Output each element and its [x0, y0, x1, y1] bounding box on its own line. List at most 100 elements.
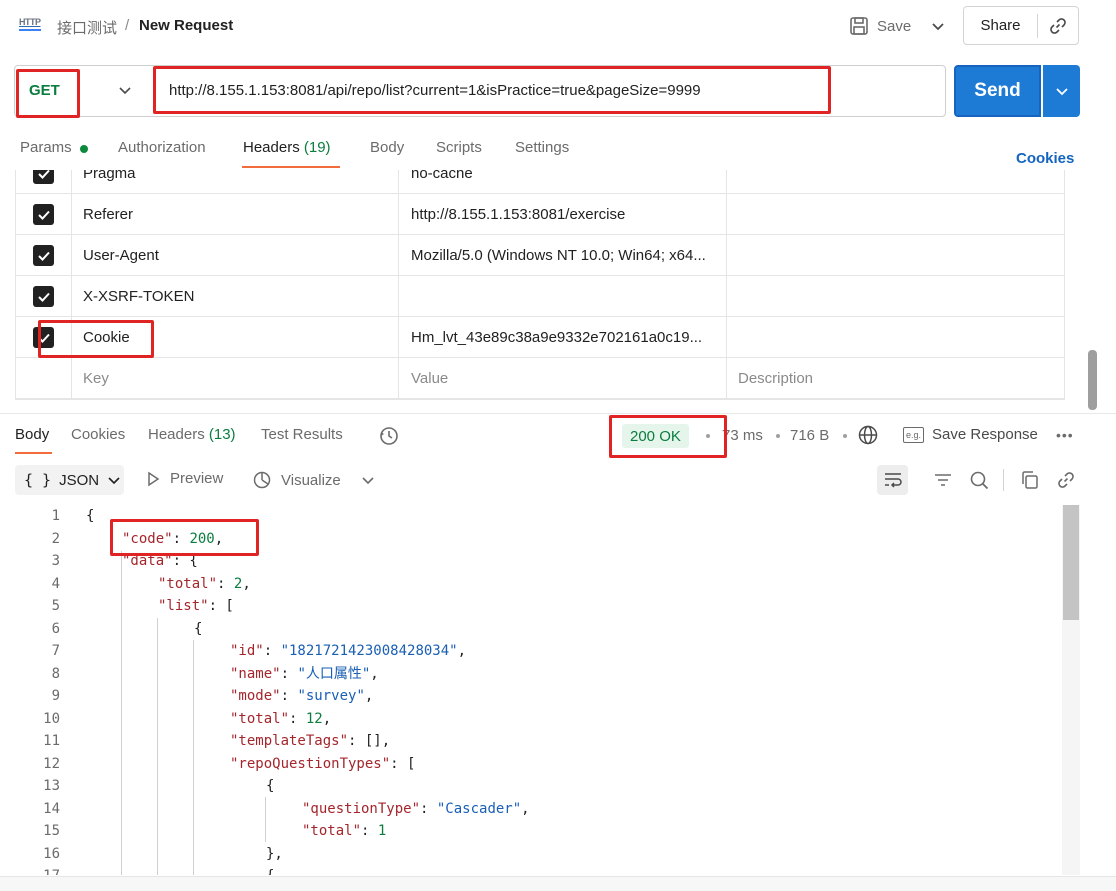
meta-separator [706, 434, 710, 438]
chevron-down-icon [1055, 88, 1068, 96]
send-options-button[interactable] [1043, 65, 1080, 117]
table-row: X-XSRF-TOKEN [16, 276, 1064, 317]
tab-authorization[interactable]: Authorization [118, 139, 206, 156]
key-placeholder[interactable]: Key [72, 358, 399, 399]
url-input[interactable]: http://8.155.1.153:8081/api/repo/list?cu… [169, 82, 701, 99]
chevron-down-icon[interactable] [928, 16, 948, 36]
header-value[interactable]: Hm_lvt_43e89c38a9e9332e702161a0c19... [399, 317, 727, 358]
response-size[interactable]: 716 B [790, 427, 829, 444]
response-tab-body[interactable]: Body [15, 426, 49, 443]
save-response-label: Save Response [932, 426, 1038, 443]
chevron-down-icon[interactable] [359, 471, 377, 489]
header-value[interactable]: no-cache [399, 170, 727, 194]
format-select[interactable]: { } JSON [15, 465, 124, 495]
indent-guide [265, 797, 266, 842]
header-key[interactable]: Pragma [72, 170, 399, 194]
visualize-icon [253, 471, 271, 489]
code-scrollbar-thumb[interactable] [1063, 505, 1079, 620]
json-braces-icon: { } [24, 471, 52, 489]
table-row: Pragma no-cache [16, 170, 1064, 194]
value-placeholder[interactable]: Value [399, 358, 727, 399]
more-options-icon[interactable]: ••• [1056, 427, 1074, 443]
chevron-down-icon [108, 477, 120, 485]
header-description[interactable] [727, 194, 1064, 235]
example-icon: e.g. [903, 426, 924, 443]
breadcrumb-collection[interactable]: 接口测试 [57, 17, 117, 38]
http-request-icon: HTTP [19, 17, 43, 37]
request-title[interactable]: New Request [139, 17, 233, 34]
params-indicator-dot [80, 145, 88, 153]
play-icon [148, 471, 160, 486]
header-key[interactable]: X-XSRF-TOKEN [72, 276, 399, 317]
link-icon[interactable] [1055, 469, 1077, 491]
headers-table: Pragma no-cache Referer http://8.155.1.1… [15, 170, 1065, 400]
tab-body[interactable]: Body [370, 139, 404, 156]
wrap-lines-icon [884, 473, 902, 488]
header-description[interactable] [727, 170, 1064, 194]
preview-button[interactable]: Preview [145, 470, 223, 487]
meta-separator [843, 434, 847, 438]
header-value[interactable]: http://8.155.1.153:8081/exercise [399, 194, 727, 235]
tab-settings[interactable]: Settings [515, 139, 569, 156]
row-checkbox[interactable] [33, 286, 54, 307]
active-tab-indicator [15, 452, 52, 454]
header-key[interactable]: Referer [72, 194, 399, 235]
header-value[interactable] [399, 276, 727, 317]
chevron-down-icon[interactable] [117, 82, 133, 98]
save-button[interactable]: Save [849, 12, 911, 40]
response-tab-test-results[interactable]: Test Results [261, 426, 343, 443]
header-key[interactable]: User-Agent [72, 235, 399, 276]
tab-params[interactable]: Params [20, 139, 72, 156]
wrap-lines-button[interactable] [877, 465, 908, 495]
tab-headers[interactable]: Headers (19) [243, 139, 331, 156]
response-tab-cookies[interactable]: Cookies [71, 426, 125, 443]
table-row: Referer http://8.155.1.153:8081/exercise [16, 194, 1064, 235]
tab-scripts[interactable]: Scripts [436, 139, 482, 156]
row-checkbox[interactable] [33, 327, 54, 348]
indent-guide [193, 640, 194, 875]
row-checkbox[interactable] [33, 204, 54, 225]
table-row: User-Agent Mozilla/5.0 (Windows NT 10.0;… [16, 235, 1064, 276]
header-description[interactable] [727, 235, 1064, 276]
table-row: Cookie Hm_lvt_43e89c38a9e9332e702161a0c1… [16, 317, 1064, 358]
response-body-code[interactable]: 1{ 2 "code": 200, 3 "data": { 4 "total": 2,… [0, 505, 1062, 875]
save-response-button[interactable]: e.g. Save Response [903, 426, 1038, 443]
method-select[interactable]: GET [29, 82, 60, 99]
globe-icon[interactable] [857, 424, 879, 446]
header-value[interactable]: Mozilla/5.0 (Windows NT 10.0; Win64; x64… [399, 235, 727, 276]
response-tab-headers-count: (13) [208, 426, 236, 443]
tab-headers-label: Headers [243, 139, 300, 156]
row-checkbox[interactable] [33, 245, 54, 266]
indent-guide [157, 618, 158, 875]
pane-divider[interactable] [0, 413, 1116, 414]
header-key[interactable]: Cookie [72, 317, 399, 358]
link-icon[interactable] [1038, 16, 1078, 36]
description-placeholder[interactable]: Description [727, 358, 1064, 399]
save-icon [850, 17, 868, 35]
toolbar-divider [1003, 469, 1004, 491]
meta-separator [776, 434, 780, 438]
copy-icon[interactable] [1019, 469, 1041, 491]
share-label: Share [980, 17, 1021, 34]
row-checkbox[interactable] [33, 170, 54, 184]
send-button[interactable]: Send [954, 65, 1041, 117]
history-icon[interactable] [378, 425, 400, 447]
status-bar [0, 876, 1116, 891]
filter-icon[interactable] [932, 469, 954, 491]
header-description[interactable] [727, 276, 1064, 317]
status-badge[interactable]: 200 OK [622, 424, 689, 448]
tab-headers-count: (19) [303, 139, 331, 156]
response-time[interactable]: 73 ms [722, 427, 763, 444]
indent-guide [121, 551, 122, 875]
cookies-link[interactable]: Cookies [1016, 150, 1074, 167]
response-tab-headers[interactable]: Headers (13) [148, 426, 236, 443]
share-button[interactable]: Share [963, 6, 1079, 45]
preview-label: Preview [170, 470, 224, 487]
search-icon[interactable] [968, 469, 990, 491]
table-row-new: Key Value Description [16, 358, 1064, 399]
headers-scrollbar[interactable] [1088, 350, 1097, 410]
visualize-button[interactable]: Visualize [252, 470, 341, 490]
header-description[interactable] [727, 317, 1064, 358]
active-tab-indicator [242, 166, 340, 168]
save-label: Save [877, 17, 912, 35]
